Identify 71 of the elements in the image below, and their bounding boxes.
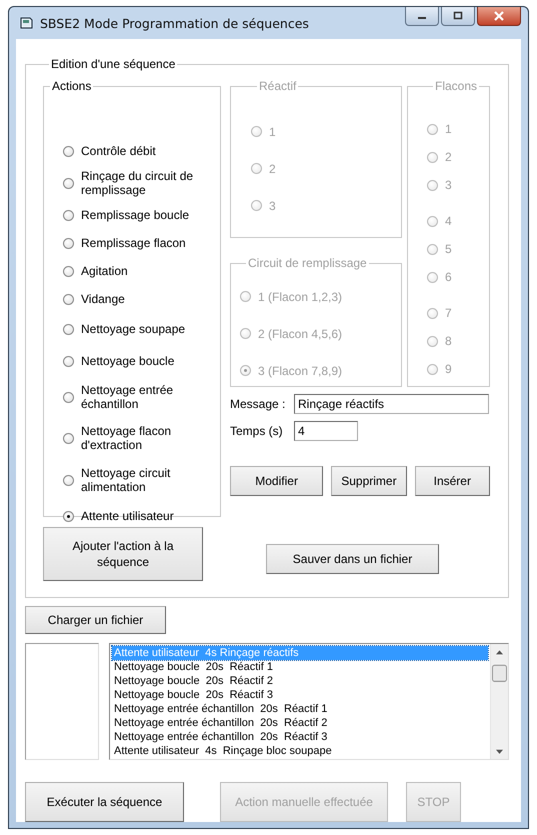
list-item[interactable]: Nettoyage entrée échantillon 20s Réactif 1	[112, 702, 488, 716]
action-button[interactable]: Exécuter la séquence	[25, 782, 184, 822]
radio-label: Nettoyage boucle	[81, 354, 174, 368]
radio-label: 8	[445, 334, 452, 348]
load-file-button[interactable]: Charger un fichier	[25, 606, 166, 634]
field-label: Message :	[230, 396, 286, 410]
radio-label: Agitation	[81, 264, 128, 278]
radio-label: Nettoyage soupape	[81, 322, 186, 336]
radio-label: 3	[269, 198, 276, 212]
group-title: Flacons	[434, 79, 478, 93]
list-item[interactable]: Nettoyage boucle 20s Réactif 2	[112, 674, 488, 688]
radio-button[interactable]	[63, 146, 74, 156]
maximize-button[interactable]	[441, 7, 475, 26]
sequence-list[interactable]	[109, 643, 509, 760]
radio-label: 6	[445, 270, 452, 284]
edit-button[interactable]: Insérer	[414, 466, 490, 496]
radio-label: 3	[445, 178, 452, 192]
radio-button[interactable]	[63, 474, 74, 486]
radio-label: Nettoyage flacon d'extraction	[81, 424, 172, 452]
radio-button[interactable]	[63, 238, 74, 248]
empty-list-box[interactable]	[25, 643, 99, 760]
list-item[interactable]: Nettoyage boucle 20s Réactif 1	[112, 660, 488, 674]
list-item[interactable]: Attente utilisateur 4s Rinçage bloc soupape	[112, 744, 488, 758]
group-title: Circuit de remplissage	[247, 256, 368, 270]
radio-label: 2	[445, 150, 452, 164]
group-title: Actions	[51, 79, 92, 93]
radio-button[interactable]	[63, 294, 74, 304]
radio-label: 7	[445, 306, 452, 320]
radio-button[interactable]	[63, 356, 74, 366]
window-title: SBSE2 Mode Programmation de séquences	[40, 16, 309, 30]
radio-button[interactable]	[63, 392, 74, 402]
edit-button[interactable]: Supprimer	[331, 466, 407, 496]
radio-label: Vidange	[81, 292, 125, 306]
radio-label: 1	[269, 124, 276, 138]
radio-button[interactable]	[63, 324, 74, 334]
window-icon	[20, 17, 34, 29]
radio-label: 1	[445, 122, 452, 136]
radio-button[interactable]	[63, 510, 74, 522]
minimize-button[interactable]	[405, 7, 439, 26]
group-title: Réactif	[258, 79, 298, 93]
edit-button[interactable]: Modifier	[230, 466, 324, 496]
radio-button[interactable]	[63, 178, 74, 188]
radio-label: Nettoyage entrée échantillon	[81, 383, 174, 411]
radio-label: Nettoyage circuit alimentation	[81, 466, 170, 494]
radio-label: 3 (Flacon 7,8,9)	[258, 364, 342, 378]
list-item[interactable]: Nettoyage boucle 20s Réactif 3	[112, 688, 488, 702]
close-icon	[493, 11, 505, 21]
radio-label: 2	[269, 162, 276, 176]
radio-label: Remplissage flacon	[81, 236, 186, 250]
field-label: Temps (s)	[230, 424, 284, 438]
close-button[interactable]	[477, 7, 521, 26]
save-file-button[interactable]: Sauver dans un fichier	[266, 544, 439, 574]
radio-label: 9	[445, 362, 452, 376]
maximize-icon	[452, 11, 464, 21]
radio-button[interactable]	[63, 266, 74, 276]
radio-label: 1 (Flacon 1,2,3)	[258, 290, 342, 304]
list-item[interactable]: Nettoyage entrée échantillon 20s Réactif 2	[112, 716, 488, 730]
radio-label: 2 (Flacon 4,5,6)	[258, 326, 342, 340]
radio-label: Attente utilisateur	[81, 509, 174, 523]
group-title: Edition d'une séquence	[50, 57, 176, 71]
list-item[interactable]: Nettoyage entrée échantillon 20s Réactif 3	[112, 730, 488, 744]
radio-label: 5	[445, 242, 452, 256]
time-field[interactable]: 4	[294, 420, 358, 440]
radio-label: Remplissage boucle	[81, 208, 190, 222]
radio-label: Rinçage du circuit de remplissage	[81, 169, 194, 197]
add-action-button[interactable]: Ajouter l'action à la séquence	[43, 527, 203, 581]
radio-label: 4	[445, 214, 452, 228]
radio-label: Contrôle débit	[81, 144, 156, 158]
radio-button[interactable]	[63, 432, 74, 444]
message-field[interactable]: Rinçage réactifs	[294, 394, 489, 414]
radio-button[interactable]	[63, 210, 74, 220]
